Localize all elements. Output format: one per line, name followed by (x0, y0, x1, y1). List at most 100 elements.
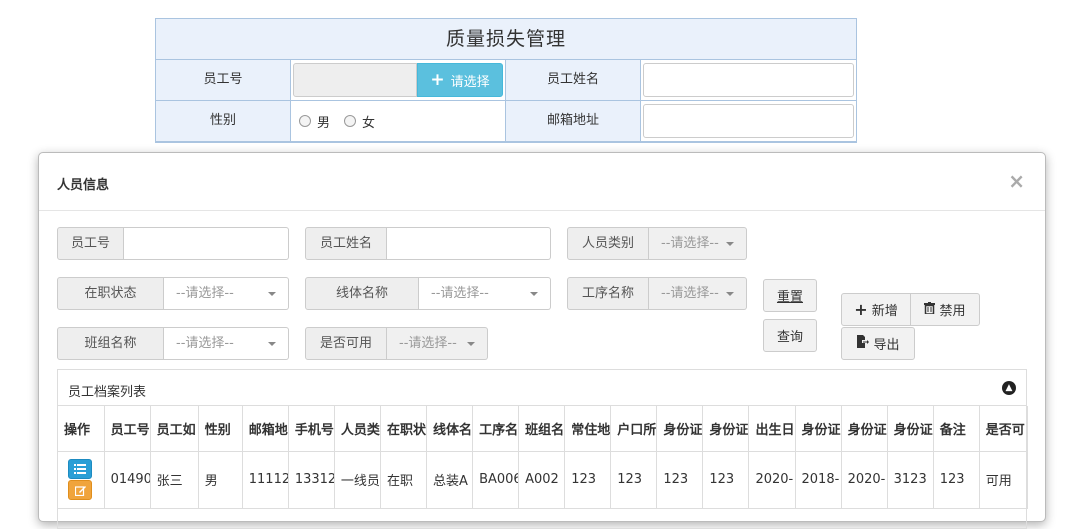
cell-emp-name: 张三 (150, 451, 199, 509)
label-gender: 性别 (156, 101, 291, 141)
filter-process-name: 工序名称 --请选择-- (567, 277, 747, 310)
col-header[interactable]: 身份证 (656, 406, 704, 452)
radio-male-label: 男 (317, 115, 331, 131)
radio-female[interactable] (344, 115, 357, 127)
label-emp-name: 员工姓名 (506, 60, 641, 100)
caret-down-icon (530, 292, 538, 296)
col-header[interactable]: 常住地 (564, 406, 612, 452)
process-name-select[interactable]: --请选择-- (649, 277, 747, 310)
table-row[interactable]: 01490 张三 男 11112 13312 一线员工 在职 总装A BA006… (58, 451, 1029, 509)
col-header[interactable]: 人员类 (334, 406, 381, 452)
caret-down-icon (467, 342, 475, 346)
radio-female-label: 女 (362, 115, 376, 131)
emp-no-input[interactable] (293, 63, 417, 97)
cell-birth-date: 2020- (748, 451, 796, 509)
emp-no-cell: + 请选择 (291, 60, 506, 100)
export-icon (856, 335, 870, 352)
filter-emp-name: 员工姓名 (305, 227, 551, 260)
form-row-employee: 员工号 + 请选择 员工姓名 (156, 60, 856, 101)
available-select[interactable]: --请选择-- (387, 327, 488, 360)
job-status-placeholder: --请选择-- (176, 286, 234, 301)
disable-button[interactable]: 禁用 (910, 293, 980, 326)
reset-button[interactable]: 重置 (763, 279, 817, 312)
col-header[interactable]: 备注 (933, 406, 980, 452)
emp-name-cell (641, 60, 856, 100)
col-header[interactable]: 身份证 (795, 406, 842, 452)
col-header[interactable]: 员工如 (150, 406, 199, 452)
collapse-up-icon[interactable]: ▲ (1002, 381, 1016, 395)
col-header[interactable]: 班组名 (518, 406, 566, 452)
line-name-placeholder: --请选择-- (431, 286, 489, 301)
process-name-placeholder: --请选择-- (661, 286, 719, 301)
cell-id-5: 3123 (887, 451, 934, 509)
plus-icon: + (854, 300, 868, 319)
col-header[interactable]: 手机号 (288, 406, 335, 452)
employee-table: 操作 员工号 员工如 性别 邮箱地 手机号 人员类 在职状 线体名 工序名 班组… (58, 406, 1029, 509)
panel-title: 员工档案列表 (68, 385, 147, 400)
col-header[interactable]: 线体名 (426, 406, 474, 452)
add-button[interactable]: + 新增 (841, 293, 911, 326)
close-icon[interactable]: × (1008, 169, 1025, 193)
email-input[interactable] (643, 104, 854, 138)
cell-id-4: 2020- (841, 451, 888, 509)
col-header[interactable]: 工序名 (472, 406, 520, 452)
col-header[interactable]: 操作 (58, 406, 105, 452)
filter-person-type-label: 人员类别 (567, 227, 649, 260)
form-title: 质量损失管理 (156, 19, 856, 60)
plus-icon: + (430, 70, 445, 90)
caret-down-icon (726, 242, 734, 246)
radio-male[interactable] (299, 115, 311, 127)
filter-emp-no: 员工号 (57, 227, 289, 260)
cell-hukou: 123 (610, 451, 658, 509)
edit-icon[interactable] (68, 480, 92, 500)
label-emp-no: 员工号 (156, 60, 291, 100)
col-header[interactable]: 是否可 (979, 406, 1029, 452)
col-header[interactable]: 出生日 (748, 406, 796, 452)
cell-residence: 123 (564, 451, 612, 509)
filter-line-name: 线体名称 --请选择-- (305, 277, 551, 310)
label-email: 邮箱地址 (506, 101, 641, 141)
select-employee-button[interactable]: + 请选择 (417, 63, 503, 97)
filter-emp-name-label: 员工姓名 (305, 227, 387, 260)
filter-available: 是否可用 --请选择-- (305, 327, 488, 360)
job-status-select[interactable]: --请选择-- (164, 277, 289, 310)
add-button-label: 新增 (871, 304, 898, 319)
trash-icon (924, 301, 936, 318)
email-cell (641, 101, 856, 141)
col-header[interactable]: 邮箱地 (242, 406, 289, 452)
filter-emp-no-input[interactable] (124, 227, 289, 260)
select-button-label: 请选择 (450, 74, 490, 90)
person-type-placeholder: --请选择-- (661, 236, 719, 251)
emp-name-input[interactable] (643, 63, 854, 97)
caret-down-icon (268, 292, 276, 296)
cell-job-status: 在职 (380, 451, 428, 509)
col-header[interactable]: 在职状 (380, 406, 428, 452)
filter-person-type: 人员类别 --请选择-- (567, 227, 747, 260)
filter-job-status: 在职状态 --请选择-- (57, 277, 289, 310)
gender-cell: 男 女 (291, 101, 506, 141)
query-button[interactable]: 查询 (763, 319, 817, 352)
export-button[interactable]: 导出 (841, 327, 915, 360)
filter-emp-name-input[interactable] (387, 227, 551, 260)
col-header[interactable]: 身份证 (887, 406, 934, 452)
filter-job-status-label: 在职状态 (57, 277, 164, 310)
detail-list-icon[interactable] (68, 459, 92, 479)
cell-gender: 男 (198, 451, 243, 509)
query-button-label: 查询 (776, 330, 803, 345)
available-placeholder: --请选择-- (399, 336, 457, 351)
col-header[interactable]: 性别 (198, 406, 243, 452)
col-header[interactable]: 身份证 (702, 406, 750, 452)
row-actions (58, 451, 105, 509)
col-header[interactable]: 身份证 (841, 406, 888, 452)
line-name-select[interactable]: --请选择-- (419, 277, 551, 310)
cell-emp-no: 01490 (104, 451, 151, 509)
cell-id-1: 123 (656, 451, 704, 509)
person-type-select[interactable]: --请选择-- (649, 227, 747, 260)
col-header[interactable]: 员工号 (104, 406, 151, 452)
export-button-label: 导出 (873, 338, 900, 353)
panel-header: 员工档案列表 ▲ (58, 370, 1026, 406)
team-name-select[interactable]: --请选择-- (164, 327, 289, 360)
cell-person-type: 一线员工 (334, 451, 381, 509)
cell-id-3: 2018- (795, 451, 842, 509)
col-header[interactable]: 户口所 (610, 406, 658, 452)
